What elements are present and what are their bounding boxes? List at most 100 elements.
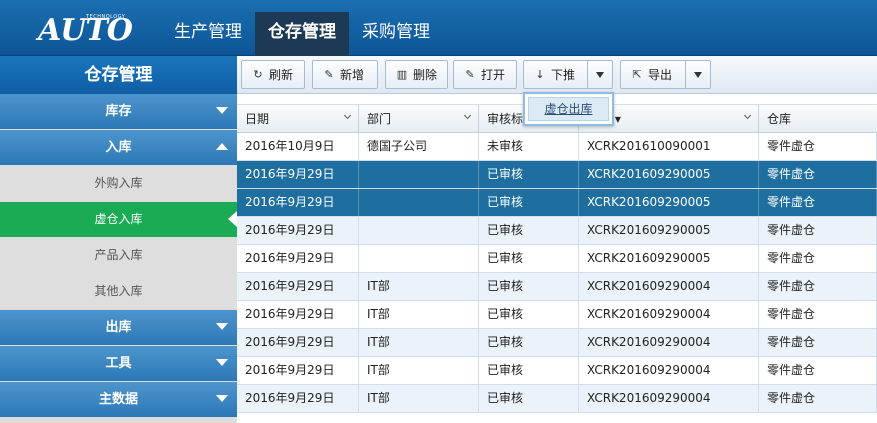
cell-warehouse: 零件虚仓 — [759, 133, 877, 160]
data-grid: 日期 部门 审核标 编号 ▾ 仓库 2016年10月9日德国子公司未审核XCRK… — [237, 104, 877, 423]
sidebar-item-product-inbound[interactable]: 产品入库 — [0, 238, 237, 273]
sidebar-item-label: 虚仓入库 — [94, 212, 143, 226]
top-bar: AUTO TECHNOLOGY 生产管理 仓存管理 采购管理 — [0, 0, 877, 56]
chevron-down-icon — [216, 359, 228, 366]
cell-warehouse: 零件虚仓 — [759, 301, 877, 328]
nav-inventory[interactable]: 仓存管理 — [255, 12, 349, 56]
sidebar-title: 仓存管理 — [0, 56, 237, 94]
sidebar-group-tools[interactable]: 工具 — [0, 346, 237, 381]
cell-date: 2016年9月29日 — [237, 161, 359, 188]
auto-logo[interactable]: AUTO TECHNOLOGY — [34, 11, 133, 48]
table-row[interactable]: 2016年10月9日 德国子公司 未审核 XCRK201610090001 零件虚仓 — [237, 133, 877, 161]
cell-date: 2016年9月29日 — [237, 217, 359, 244]
chevron-down-icon — [216, 107, 228, 114]
export-button[interactable]: ⇱ 导出 — [620, 60, 711, 89]
cell-warehouse: 零件虚仓 — [759, 245, 877, 272]
chevron-up-icon — [216, 143, 228, 150]
logo-subtext: TECHNOLOGY — [86, 14, 126, 20]
cell-date: 2016年9月29日 — [237, 189, 359, 216]
cell-warehouse: 零件虚仓 — [759, 273, 877, 300]
cell-audit-status: 已审核 — [479, 357, 579, 384]
export-label: 导出 — [648, 68, 673, 82]
cell-warehouse: 零件虚仓 — [759, 161, 877, 188]
cell-date: 2016年9月29日 — [237, 273, 359, 300]
sidebar-group-label: 库存 — [105, 104, 132, 119]
refresh-label: 刷新 — [269, 68, 294, 82]
column-header-warehouse[interactable]: 仓库 — [759, 105, 877, 133]
table-row[interactable]: 2016年9月29日 已审核 XCRK201609290005 零件虚仓 — [237, 245, 877, 273]
cell-code: XCRK201609290004 — [579, 385, 759, 412]
table-row[interactable]: 2016年9月29日 已审核 XCRK201609290005 零件虚仓 — [237, 217, 877, 245]
export-icon: ⇱ — [632, 68, 642, 81]
sidebar-item-virtual-inbound[interactable]: 虚仓入库 — [0, 202, 237, 237]
add-button[interactable]: ✎ 新增 — [312, 60, 378, 89]
chevron-down-icon — [216, 323, 228, 330]
push-down-button[interactable]: ↓ 下推 — [523, 60, 613, 89]
sidebar: 仓存管理 库存 入库 外购入库 虚仓入库 产品入库 其他入库 出库 工具 主数据 — [0, 56, 237, 423]
table-row[interactable]: 2016年9月29日 已审核 XCRK201609290005 零件虚仓 — [237, 189, 877, 217]
edit-icon: ✎ — [324, 68, 334, 81]
cell-audit-status: 未审核 — [479, 133, 579, 160]
cell-code: XCRK201609290005 — [579, 189, 759, 216]
cell-audit-status: 已审核 — [479, 385, 579, 412]
table-row[interactable]: 2016年9月29日 IT部 已审核 XCRK201609290004 零件虚仓 — [237, 273, 877, 301]
nav-purchasing[interactable]: 采购管理 — [349, 12, 443, 56]
sidebar-item-purchase-inbound[interactable]: 外购入库 — [0, 166, 237, 201]
cell-audit-status: 已审核 — [479, 189, 579, 216]
refresh-icon: ↻ — [253, 68, 263, 81]
table-row[interactable]: 2016年9月29日 IT部 已审核 XCRK201609290004 零件虚仓 — [237, 357, 877, 385]
cell-audit-status: 已审核 — [479, 161, 579, 188]
delete-button[interactable]: ▥ 删除 — [385, 60, 448, 89]
sidebar-group-master-data[interactable]: 主数据 — [0, 382, 237, 417]
main-nav: 生产管理 仓存管理 采购管理 — [161, 12, 443, 56]
cell-department — [359, 189, 479, 216]
cell-warehouse: 零件虚仓 — [759, 385, 877, 412]
cell-department — [359, 245, 479, 272]
table-row[interactable]: 2016年9月29日 IT部 已审核 XCRK201609290004 零件虚仓 — [237, 329, 877, 357]
sidebar-group-label: 工具 — [105, 356, 132, 371]
cell-date: 2016年10月9日 — [237, 133, 359, 160]
open-button[interactable]: ✎ 打开 — [453, 60, 517, 89]
open-label: 打开 — [481, 68, 506, 82]
cell-department: IT部 — [359, 301, 479, 328]
refresh-button[interactable]: ↻ 刷新 — [241, 60, 305, 89]
toolbar: ↻ 刷新 ✎ 新增 ▥ 删除 ✎ 打开 ↓ 下推 ⇱ 导出 — [237, 56, 877, 94]
sidebar-group-stock[interactable]: 库存 — [0, 94, 237, 129]
cell-code: XCRK201609290005 — [579, 245, 759, 272]
push-down-label: 下推 — [551, 68, 576, 82]
column-header-label: 部门 — [367, 112, 392, 126]
sidebar-group-inbound[interactable]: 入库 — [0, 130, 237, 165]
sidebar-group-label: 入库 — [105, 140, 132, 155]
sidebar-group-label: 出库 — [105, 320, 132, 335]
push-down-menu: 虚仓出库 — [523, 92, 614, 126]
cell-audit-status: 已审核 — [479, 245, 579, 272]
cell-date: 2016年9月29日 — [237, 245, 359, 272]
cell-code: XCRK201609290004 — [579, 273, 759, 300]
cell-audit-status: 已审核 — [479, 329, 579, 356]
cell-code: XCRK201609290005 — [579, 161, 759, 188]
column-header-date[interactable]: 日期 — [237, 105, 359, 133]
cell-department: IT部 — [359, 357, 479, 384]
chevron-down-icon[interactable] — [463, 111, 472, 120]
delete-label: 删除 — [413, 68, 438, 82]
cell-department — [359, 161, 479, 188]
chevron-down-icon[interactable] — [743, 111, 752, 120]
sidebar-item-other-inbound[interactable]: 其他入库 — [0, 274, 237, 309]
export-dropdown-toggle[interactable] — [685, 61, 710, 88]
menu-item-virtual-outbound[interactable]: 虚仓出库 — [528, 97, 609, 121]
nav-production[interactable]: 生产管理 — [161, 12, 255, 56]
table-row[interactable]: 2016年9月29日 IT部 已审核 XCRK201609290004 零件虚仓 — [237, 385, 877, 413]
column-header-label: 审核标 — [487, 112, 524, 126]
column-header-department[interactable]: 部门 — [359, 105, 479, 133]
cell-audit-status: 已审核 — [479, 301, 579, 328]
sidebar-group-outbound[interactable]: 出库 — [0, 310, 237, 345]
active-pointer-icon — [228, 211, 237, 227]
cell-audit-status: 已审核 — [479, 273, 579, 300]
chevron-down-icon[interactable] — [343, 111, 352, 120]
table-row[interactable]: 2016年9月29日 已审核 XCRK201609290005 零件虚仓 — [237, 161, 877, 189]
column-header-label: 日期 — [245, 112, 270, 126]
cell-date: 2016年9月29日 — [237, 385, 359, 412]
cell-department: IT部 — [359, 329, 479, 356]
table-row[interactable]: 2016年9月29日 IT部 已审核 XCRK201609290004 零件虚仓 — [237, 301, 877, 329]
push-down-dropdown-toggle[interactable] — [587, 61, 612, 88]
